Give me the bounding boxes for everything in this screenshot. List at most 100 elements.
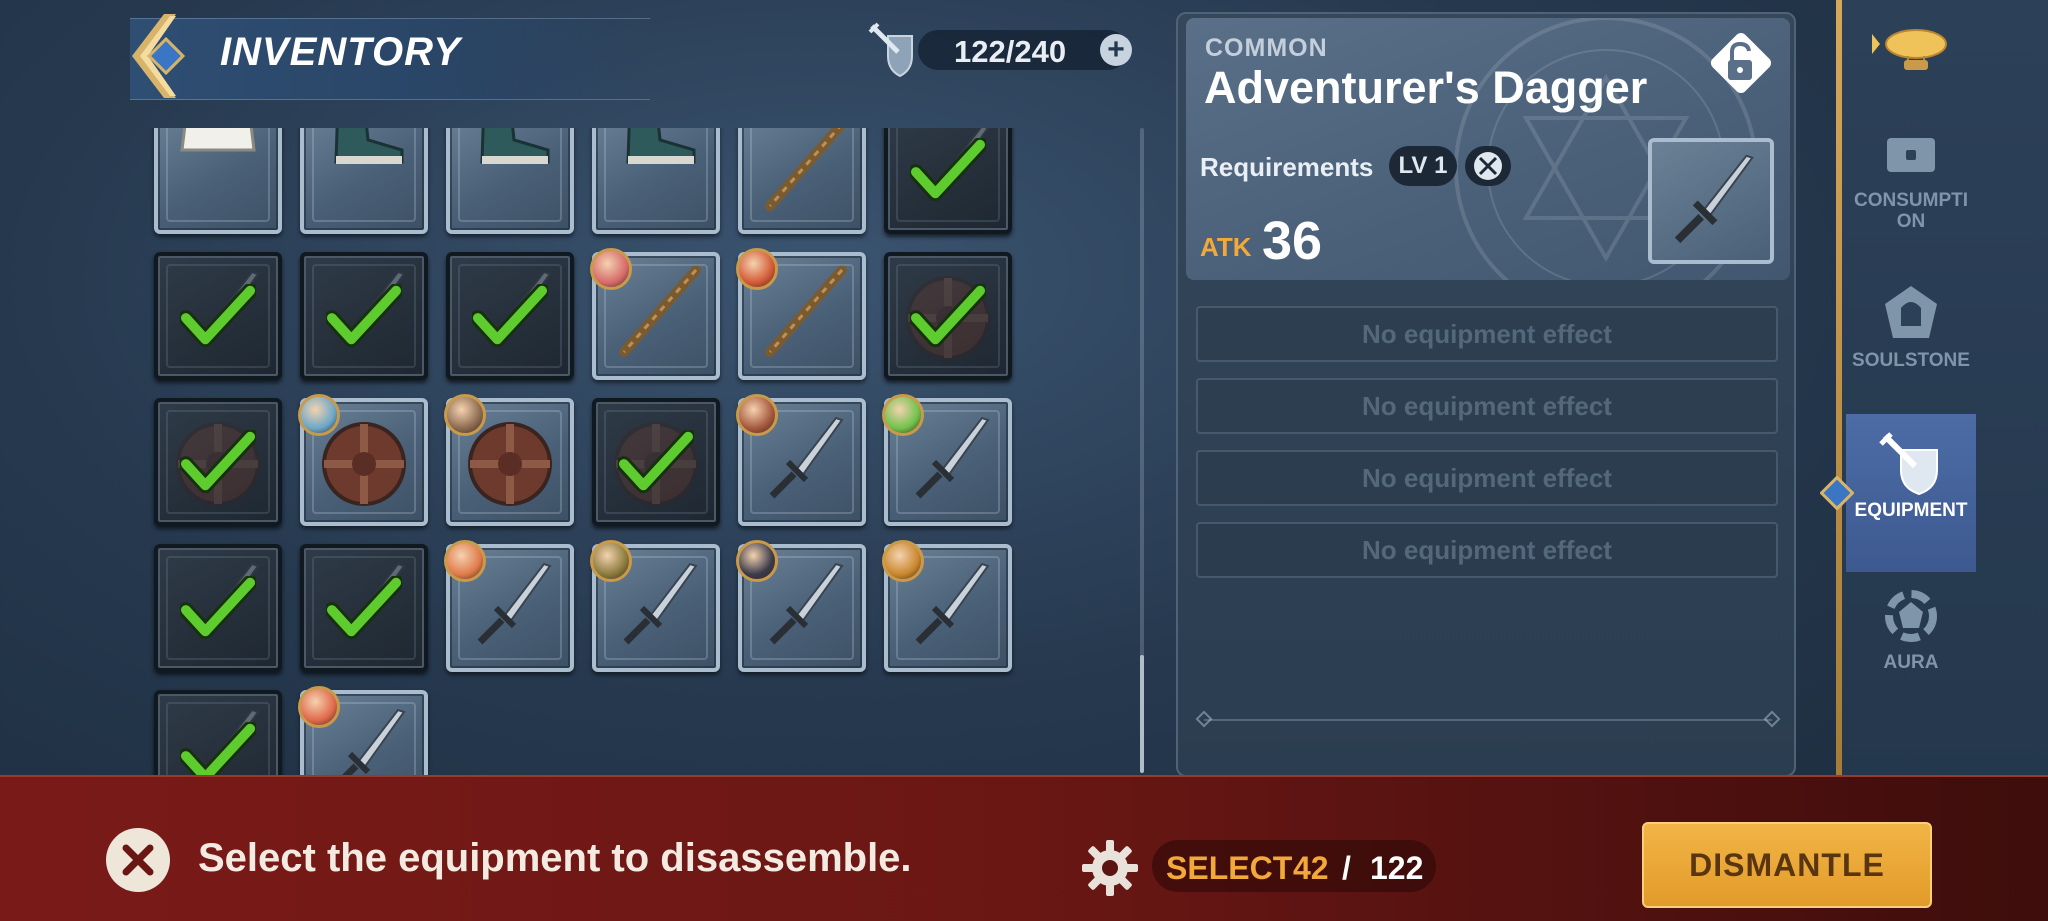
staff-icon <box>765 128 846 211</box>
hero-portrait-icon <box>444 540 486 582</box>
inventory-capacity: 122/240 + <box>868 22 1138 78</box>
item-name: Adventurer's Dagger <box>1204 62 1648 113</box>
dagger-icon <box>1674 154 1754 244</box>
equipment-effect-row: No equipment effect <box>1196 306 1778 362</box>
inventory-slot[interactable] <box>884 128 1012 234</box>
tab-equipment[interactable]: EQUIPMENT <box>1846 414 1976 572</box>
inventory-slot[interactable] <box>736 394 866 526</box>
hero-portrait-icon <box>882 540 924 582</box>
checkmark-icon <box>180 576 256 640</box>
gear-icon[interactable] <box>1080 838 1140 898</box>
select-label: SELECT <box>1166 850 1293 886</box>
inventory-slot[interactable] <box>736 248 866 380</box>
inventory-slot[interactable] <box>592 128 720 234</box>
inventory-slot[interactable] <box>884 252 1012 380</box>
item-rarity: COMMON <box>1205 34 1328 62</box>
boots-icon <box>626 128 696 164</box>
hero-portrait-icon <box>736 394 778 436</box>
inventory-slot[interactable] <box>444 394 574 526</box>
hero-portrait-icon <box>298 394 340 436</box>
crossed-swords-icon <box>1474 152 1502 180</box>
checkmark-icon <box>180 722 256 775</box>
inventory-slot[interactable] <box>154 398 282 526</box>
tab-aura[interactable]: AURA <box>1846 584 1976 734</box>
required-level: LV 1 <box>1389 146 1457 186</box>
inventory-slot[interactable] <box>590 540 720 672</box>
hero-portrait-icon <box>590 540 632 582</box>
equipment-effect-row: No equipment effect <box>1196 450 1778 506</box>
dismantle-button[interactable]: DISMANTLE <box>1642 822 1932 908</box>
checkmark-icon <box>910 284 986 348</box>
back-chevron-icon[interactable] <box>124 14 194 98</box>
dismantle-instruction: Select the equipment to disassemble. <box>198 836 912 880</box>
hero-portrait-icon <box>298 686 340 728</box>
inventory-slot[interactable] <box>592 398 720 526</box>
select-total: 122 <box>1370 850 1424 886</box>
aura-icon <box>1885 590 1937 642</box>
inventory-slot[interactable] <box>154 252 282 380</box>
sword-shield-icon <box>1879 432 1938 496</box>
scrollbar-thumb[interactable] <box>1140 655 1144 773</box>
hero-portrait-icon <box>882 394 924 436</box>
requirements-label: Requirements <box>1200 152 1374 182</box>
checkmark-icon <box>180 430 256 494</box>
tab-label: EQUIPMENT <box>1854 500 1968 521</box>
checkmark-icon <box>910 138 986 202</box>
hero-portrait-icon <box>590 248 632 290</box>
capacity-count: 122/240 <box>954 34 1067 69</box>
armor-icon <box>180 128 256 152</box>
inventory-slot[interactable] <box>882 540 1012 672</box>
inventory-slot[interactable] <box>736 540 866 672</box>
tab-label: AURA <box>1883 652 1939 673</box>
inventory-slot[interactable] <box>446 252 574 380</box>
inventory-slot[interactable] <box>154 690 282 775</box>
atk-value: 36 <box>1262 211 1323 271</box>
close-icon <box>122 844 154 876</box>
inventory-slot[interactable] <box>300 252 428 380</box>
checkmark-icon <box>618 430 694 494</box>
hero-portrait-icon <box>444 394 486 436</box>
inventory-slot[interactable] <box>300 544 428 672</box>
selected-count: 42 <box>1293 850 1329 886</box>
inventory-slot[interactable] <box>298 394 428 526</box>
checkmark-icon <box>180 284 256 348</box>
boots-icon <box>480 128 550 164</box>
boots-icon <box>334 128 404 164</box>
tab-consumption[interactable]: CONSUMPTI ON <box>1846 122 1976 272</box>
inventory-slot[interactable] <box>444 540 574 672</box>
inventory-slot[interactable] <box>738 128 866 234</box>
tab-label: SOULSTONE <box>1852 350 1970 371</box>
inventory-slot[interactable] <box>446 128 574 234</box>
hero-portrait-icon <box>736 248 778 290</box>
equipment-effect-row: No equipment effect <box>1196 378 1778 434</box>
airship-icon[interactable] <box>1872 22 1952 82</box>
select-separator: / <box>1342 850 1351 886</box>
page-title: INVENTORY <box>220 30 461 74</box>
checkmark-icon <box>326 284 402 348</box>
sword-shield-icon <box>868 22 913 78</box>
atk-label: ATK <box>1200 232 1252 262</box>
checkmark-icon <box>326 576 402 640</box>
inventory-slot[interactable] <box>154 544 282 672</box>
chest-icon <box>1887 138 1935 172</box>
unlocked-padlock-icon[interactable] <box>1708 30 1774 96</box>
inventory-slot[interactable] <box>154 128 282 234</box>
inventory-slot[interactable] <box>298 686 428 775</box>
class-requirement <box>1465 146 1511 186</box>
soulstone-icon <box>1885 286 1937 338</box>
equipment-effect-row: No equipment effect <box>1196 522 1778 578</box>
item-preview <box>1648 138 1774 264</box>
side-nav-edge <box>1836 0 1842 780</box>
inventory-slot[interactable] <box>590 248 720 380</box>
inventory-slot[interactable] <box>882 394 1012 526</box>
active-tab-marker-icon <box>1820 476 1854 510</box>
tab-soulstone[interactable]: SOULSTONE <box>1846 282 1976 432</box>
inventory-slot[interactable] <box>300 128 428 234</box>
checkmark-icon <box>472 284 548 348</box>
tab-label: CONSUMPTI ON <box>1854 190 1968 232</box>
plus-icon[interactable]: + <box>1100 34 1132 66</box>
close-button[interactable] <box>106 828 170 892</box>
inventory-grid <box>140 128 1040 775</box>
panel-divider <box>1204 719 1772 721</box>
hero-portrait-icon <box>736 540 778 582</box>
